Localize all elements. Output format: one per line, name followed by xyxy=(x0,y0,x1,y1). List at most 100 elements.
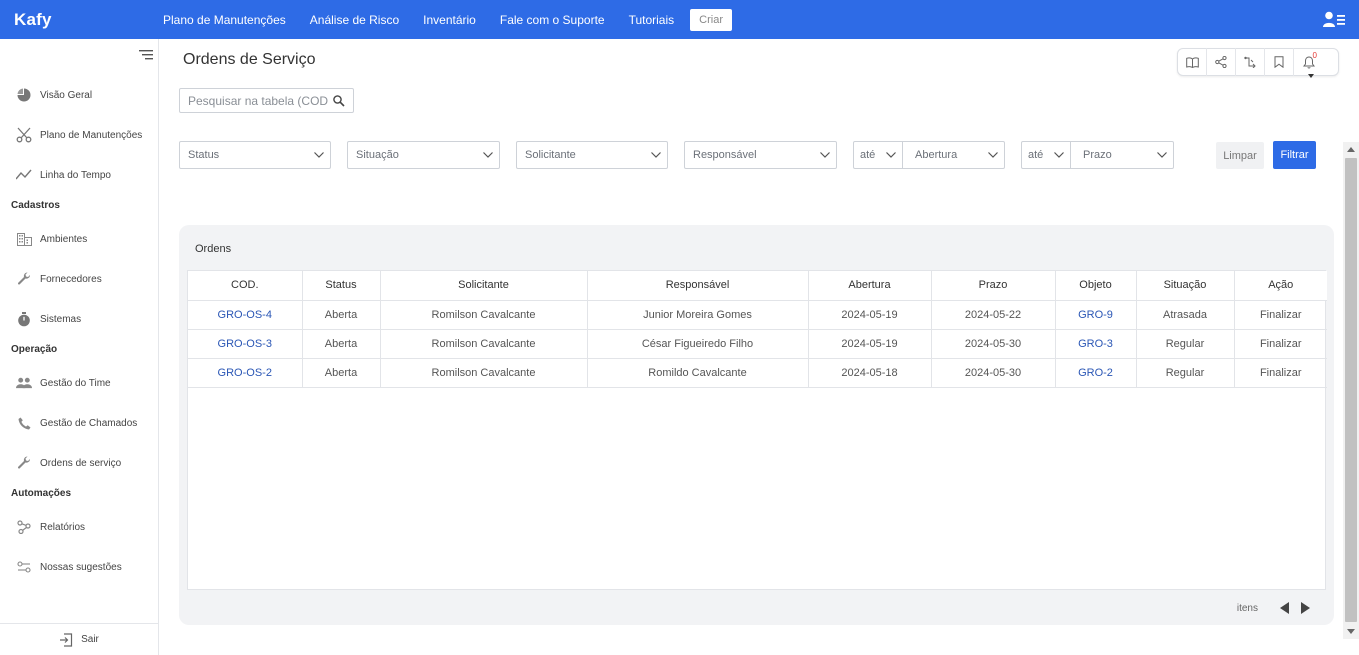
clear-button[interactable]: Limpar xyxy=(1216,142,1264,169)
notifications-button[interactable]: 0 xyxy=(1294,48,1323,76)
cell-responsavel: Romildo Cavalcante xyxy=(587,358,809,388)
flow-icon xyxy=(1244,56,1256,68)
prazo-ate-select[interactable]: até xyxy=(1022,142,1070,168)
column-header-abertura[interactable]: Abertura xyxy=(808,271,932,301)
solicitante-select[interactable]: Solicitante xyxy=(516,141,668,169)
sidebar-item-visao-geral[interactable]: Visão Geral xyxy=(16,87,92,103)
next-page-icon[interactable] xyxy=(1300,601,1312,615)
cell-objeto: GRO-9 xyxy=(1055,300,1137,330)
sidebar-item-label: Sistemas xyxy=(40,313,82,325)
book-button[interactable] xyxy=(1178,48,1207,76)
notification-count: 0 xyxy=(1312,51,1317,60)
page-scrollbar[interactable] xyxy=(1343,142,1359,639)
sidebar-item-fornecedores[interactable]: Fornecedores xyxy=(16,271,102,287)
object-link[interactable]: GRO-3 xyxy=(1078,338,1113,350)
chevron-down-icon xyxy=(1157,152,1167,158)
order-code-link[interactable]: GRO-OS-3 xyxy=(218,338,272,350)
chevron-down-icon xyxy=(820,152,830,158)
orders-table-wrapper: COD. Status Solicitante Responsável Aber… xyxy=(187,270,1327,590)
search-input[interactable] xyxy=(180,93,328,108)
object-link[interactable]: GRO-9 xyxy=(1078,309,1113,321)
object-link[interactable]: GRO-2 xyxy=(1078,367,1113,379)
sidebar-item-ambientes[interactable]: Ambientes xyxy=(16,231,87,247)
wrench-icon xyxy=(16,455,32,471)
column-header-solicitante[interactable]: Solicitante xyxy=(380,271,588,301)
cell-status: Aberta xyxy=(302,300,381,330)
abertura-ate-select[interactable]: até xyxy=(854,142,902,168)
nav-tutoriais[interactable]: Tutoriais xyxy=(629,13,675,27)
abertura-select[interactable]: Abertura xyxy=(902,142,1004,168)
logout-button[interactable]: Sair xyxy=(0,623,158,655)
sidebar-item-ordens-servico[interactable]: Ordens de serviço xyxy=(16,455,121,471)
search-box xyxy=(179,88,354,113)
share-icon xyxy=(1215,56,1227,68)
search-icon[interactable] xyxy=(332,94,346,108)
sidebar-item-label: Ambientes xyxy=(40,233,88,245)
sidebar-item-plano-manutencoes[interactable]: Plano de Manutenções xyxy=(16,127,142,143)
previous-page-icon[interactable] xyxy=(1278,601,1290,615)
scrollbar-thumb[interactable] xyxy=(1345,158,1357,622)
responsavel-select[interactable]: Responsável xyxy=(684,141,837,169)
cell-abertura: 2024-05-19 xyxy=(808,300,932,330)
bookmark-button[interactable] xyxy=(1265,48,1294,76)
column-header-status[interactable]: Status xyxy=(302,271,381,301)
sidebar-item-sistemas[interactable]: Sistemas xyxy=(16,311,81,327)
solicitante-select-value: Solicitante xyxy=(525,149,576,161)
nav-inventario[interactable]: Inventário xyxy=(423,13,476,27)
cell-cod: GRO-OS-2 xyxy=(188,358,303,388)
cell-objeto: GRO-2 xyxy=(1055,358,1137,388)
app-logo[interactable]: Kafy xyxy=(14,10,163,30)
sidebar-item-label: Gestão do Time xyxy=(40,377,111,389)
cell-responsavel: César Figueiredo Filho xyxy=(587,329,809,359)
page-title: Ordens de Serviço xyxy=(183,51,316,68)
sidebar-item-nossas-sugestoes[interactable]: Nossas sugestões xyxy=(16,559,122,575)
sidebar-item-linha-tempo[interactable]: Linha do Tempo xyxy=(16,167,111,183)
chevron-down-icon xyxy=(651,152,661,158)
phone-icon xyxy=(16,415,32,431)
top-nav: Plano de Manutenções Análise de Risco In… xyxy=(163,0,732,39)
cell-solicitante: Romilson Cavalcante xyxy=(380,358,588,388)
sidebar-item-label: Nossas sugestões xyxy=(40,561,122,573)
finalize-action[interactable]: Finalizar xyxy=(1234,300,1327,330)
filter-button[interactable]: Filtrar xyxy=(1273,141,1316,169)
cell-status: Aberta xyxy=(302,358,381,388)
column-header-objeto[interactable]: Objeto xyxy=(1055,271,1137,301)
nav-analise-risco[interactable]: Análise de Risco xyxy=(310,13,399,27)
create-button[interactable]: Criar xyxy=(690,8,732,31)
scroll-up-arrow-icon[interactable] xyxy=(1347,147,1355,152)
hamburger-menu-icon[interactable] xyxy=(139,49,153,61)
scroll-down-arrow-icon[interactable] xyxy=(1347,629,1355,634)
column-header-prazo[interactable]: Prazo xyxy=(931,271,1056,301)
team-icon xyxy=(16,375,32,391)
table-row: GRO-OS-3 Aberta Romilson Cavalcante Césa… xyxy=(188,329,1327,359)
finalize-action[interactable]: Finalizar xyxy=(1234,329,1327,359)
finalize-action[interactable]: Finalizar xyxy=(1234,358,1327,388)
nav-plano-manutencoes[interactable]: Plano de Manutenções xyxy=(163,13,286,27)
sidebar-item-gestao-chamados[interactable]: Gestão de Chamados xyxy=(16,415,137,431)
situacao-select[interactable]: Situação xyxy=(347,141,500,169)
responsavel-select-value: Responsável xyxy=(693,149,757,161)
cell-prazo: 2024-05-30 xyxy=(931,358,1056,388)
chevron-down-icon xyxy=(1054,152,1064,158)
table-row: GRO-OS-2 Aberta Romilson Cavalcante Romi… xyxy=(188,358,1327,388)
sidebar-item-gestao-time[interactable]: Gestão do Time xyxy=(16,375,111,391)
sidebar-item-relatorios[interactable]: Relatórios xyxy=(16,519,85,535)
nav-fale-suporte[interactable]: Fale com o Suporte xyxy=(500,13,605,27)
order-code-link[interactable]: GRO-OS-2 xyxy=(218,367,272,379)
book-icon xyxy=(1185,56,1199,68)
column-header-responsavel[interactable]: Responsável xyxy=(587,271,809,301)
flow-button[interactable] xyxy=(1236,48,1265,76)
line-chart-icon xyxy=(16,167,32,183)
sidebar-item-label: Relatórios xyxy=(40,521,86,533)
page-toolbar: 0 xyxy=(1177,48,1339,76)
table-header-row: COD. Status Solicitante Responsável Aber… xyxy=(188,271,1327,301)
user-menu-icon[interactable] xyxy=(1323,11,1345,28)
column-header-cod[interactable]: COD. xyxy=(188,271,303,301)
sidebar-item-label: Plano de Manutenções xyxy=(40,129,143,141)
order-code-link[interactable]: GRO-OS-4 xyxy=(218,309,272,321)
status-select[interactable]: Status xyxy=(179,141,331,169)
toolbar-caret-down-icon[interactable] xyxy=(1308,74,1314,78)
prazo-select[interactable]: Prazo xyxy=(1070,142,1173,168)
column-header-situacao[interactable]: Situação xyxy=(1136,271,1235,301)
share-button[interactable] xyxy=(1207,48,1236,76)
